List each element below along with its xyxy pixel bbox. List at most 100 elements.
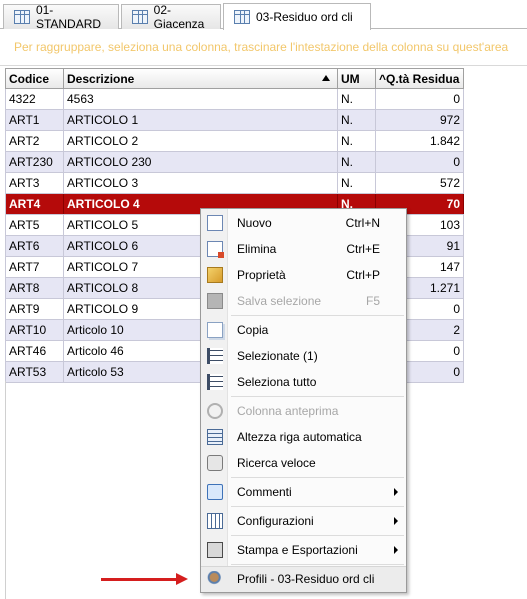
cell-codice[interactable]: ART1 [6, 110, 64, 130]
cell-um[interactable]: N. [338, 89, 376, 109]
menu-item-elimina[interactable]: Elimina Ctrl+E [201, 237, 406, 261]
menu-separator [231, 396, 404, 397]
cell-codice[interactable]: 4322 [6, 89, 64, 109]
cell-descrizione[interactable]: ARTICOLO 230 [64, 152, 338, 172]
profile-settings-icon [207, 571, 223, 587]
properties-icon [207, 267, 223, 283]
menu-item-label: Nuovo [237, 216, 272, 230]
table-row[interactable]: ART230 ARTICOLO 230 N. 0 [5, 152, 464, 173]
cell-codice[interactable]: ART2 [6, 131, 64, 151]
grid-header: Codice Descrizione UM ^Q.tà Residua O [5, 68, 464, 89]
column-header-residuo[interactable]: ^Q.tà Residua O [376, 69, 464, 89]
cell-codice[interactable]: ART53 [6, 362, 64, 382]
menu-item-seleziona-tutto[interactable]: Seleziona tutto [201, 370, 406, 394]
sort-ascending-icon [322, 75, 330, 81]
configuration-icon [207, 513, 223, 529]
tab-label: 01-STANDARD [35, 3, 102, 31]
cell-um[interactable]: N. [338, 173, 376, 193]
menu-item-label: Altezza riga automatica [237, 430, 362, 444]
copy-icon [207, 322, 223, 338]
table-row[interactable]: ART2 ARTICOLO 2 N. 1.842 [5, 131, 464, 152]
menu-item-nuovo[interactable]: Nuovo Ctrl+N [201, 211, 406, 235]
menu-item-ricerca-veloce[interactable]: Ricerca veloce [201, 451, 406, 475]
comment-icon [207, 484, 223, 500]
table-row[interactable]: ART1 ARTICOLO 1 N. 972 [5, 110, 464, 131]
tab-02-giacenza[interactable]: 02-Giacenza [121, 3, 221, 31]
cell-codice[interactable]: ART8 [6, 278, 64, 298]
menu-item-label: Stampa e Esportazioni [237, 543, 358, 557]
cell-descrizione[interactable]: ARTICOLO 1 [64, 110, 338, 130]
select-all-icon [207, 374, 223, 390]
grid-icon [14, 10, 30, 24]
tab-label: 03-Residuo ord cli [256, 10, 353, 24]
column-header-descrizione[interactable]: Descrizione [64, 69, 338, 89]
menu-item-stampa-esportazioni[interactable]: Stampa e Esportazioni [201, 538, 406, 562]
menu-item-proprieta[interactable]: Proprietà Ctrl+P [201, 263, 406, 287]
table-row[interactable]: ART3 ARTICOLO 3 N. 572 [5, 173, 464, 194]
annotation-arrow-icon [176, 573, 188, 585]
menu-item-colonna-anteprima[interactable]: Colonna anteprima [201, 399, 406, 423]
submenu-arrow-icon [394, 517, 398, 525]
menu-separator [231, 535, 404, 536]
menu-item-shortcut: Ctrl+N [345, 216, 380, 230]
group-by-panel[interactable]: Per raggruppare, seleziona una colonna, … [0, 30, 527, 66]
menu-item-label: Commenti [237, 485, 292, 499]
column-header-um[interactable]: UM [338, 69, 376, 89]
cell-codice[interactable]: ART5 [6, 215, 64, 235]
menu-item-label: Salva selezione [237, 294, 322, 308]
cell-residuo[interactable]: 0 [376, 89, 464, 109]
cell-um[interactable]: N. [338, 152, 376, 172]
cell-codice[interactable]: ART10 [6, 320, 64, 340]
cell-residuo[interactable]: 1.842 [376, 131, 464, 151]
cell-residuo[interactable]: 572 [376, 173, 464, 193]
menu-item-copia[interactable]: Copia [201, 318, 406, 342]
menu-separator [231, 506, 404, 507]
tab-label: 02-Giacenza [153, 3, 205, 31]
menu-separator [231, 477, 404, 478]
cell-codice[interactable]: ART6 [6, 236, 64, 256]
tab-03-residuo-ord-cli[interactable]: 03-Residuo ord cli [223, 3, 371, 30]
cell-um[interactable]: N. [338, 110, 376, 130]
cell-codice[interactable]: ART3 [6, 173, 64, 193]
menu-item-label: Copia [237, 323, 269, 337]
menu-item-shortcut: F5 [365, 294, 380, 308]
delete-document-icon [207, 241, 224, 258]
cell-um[interactable]: N. [338, 131, 376, 151]
menu-item-shortcut: Ctrl+P [346, 268, 380, 282]
menu-item-configurazioni[interactable]: Configurazioni [201, 509, 406, 533]
cell-codice[interactable]: ART4 [6, 194, 64, 214]
grid-icon [132, 10, 148, 24]
menu-item-shortcut: Ctrl+E [346, 242, 380, 256]
menu-item-salva-selezione[interactable]: Salva selezione F5 [201, 289, 406, 313]
menu-item-label: Proprietà [237, 268, 286, 282]
menu-item-label: Configurazioni [237, 514, 314, 528]
column-header-codice[interactable]: Codice [6, 69, 64, 89]
quick-search-icon [207, 455, 223, 471]
cell-descrizione[interactable]: ARTICOLO 3 [64, 173, 338, 193]
tab-01-standard[interactable]: 01-STANDARD [3, 3, 119, 31]
cell-codice[interactable]: ART230 [6, 152, 64, 172]
cell-residuo[interactable]: 972 [376, 110, 464, 130]
cell-codice[interactable]: ART7 [6, 257, 64, 277]
menu-item-altezza-riga[interactable]: Altezza riga automatica [201, 425, 406, 449]
menu-item-commenti[interactable]: Commenti [201, 480, 406, 504]
cell-descrizione[interactable]: ARTICOLO 2 [64, 131, 338, 151]
print-export-icon [207, 542, 223, 558]
menu-item-label: Elimina [237, 242, 277, 256]
menu-item-label: Ricerca veloce [237, 456, 316, 470]
preview-magnifier-icon [207, 403, 223, 419]
table-row[interactable]: 4322 4563 N. 0 [5, 89, 464, 110]
menu-item-selezionate[interactable]: Selezionate (1) [201, 344, 406, 368]
menu-item-label: Seleziona tutto [237, 375, 317, 389]
grid-left-border [5, 381, 6, 599]
cell-codice[interactable]: ART9 [6, 299, 64, 319]
tab-bar: 01-STANDARD 02-Giacenza 03-Residuo ord c… [0, 0, 527, 31]
menu-item-profili[interactable]: Profili - 03-Residuo ord cli [201, 566, 406, 592]
group-by-hint: Per raggruppare, seleziona una colonna, … [14, 40, 509, 54]
column-header-label: Descrizione [67, 72, 135, 86]
row-height-icon [207, 429, 223, 445]
new-document-icon [207, 215, 223, 231]
cell-codice[interactable]: ART46 [6, 341, 64, 361]
cell-residuo[interactable]: 0 [376, 152, 464, 172]
cell-descrizione[interactable]: 4563 [64, 89, 338, 109]
